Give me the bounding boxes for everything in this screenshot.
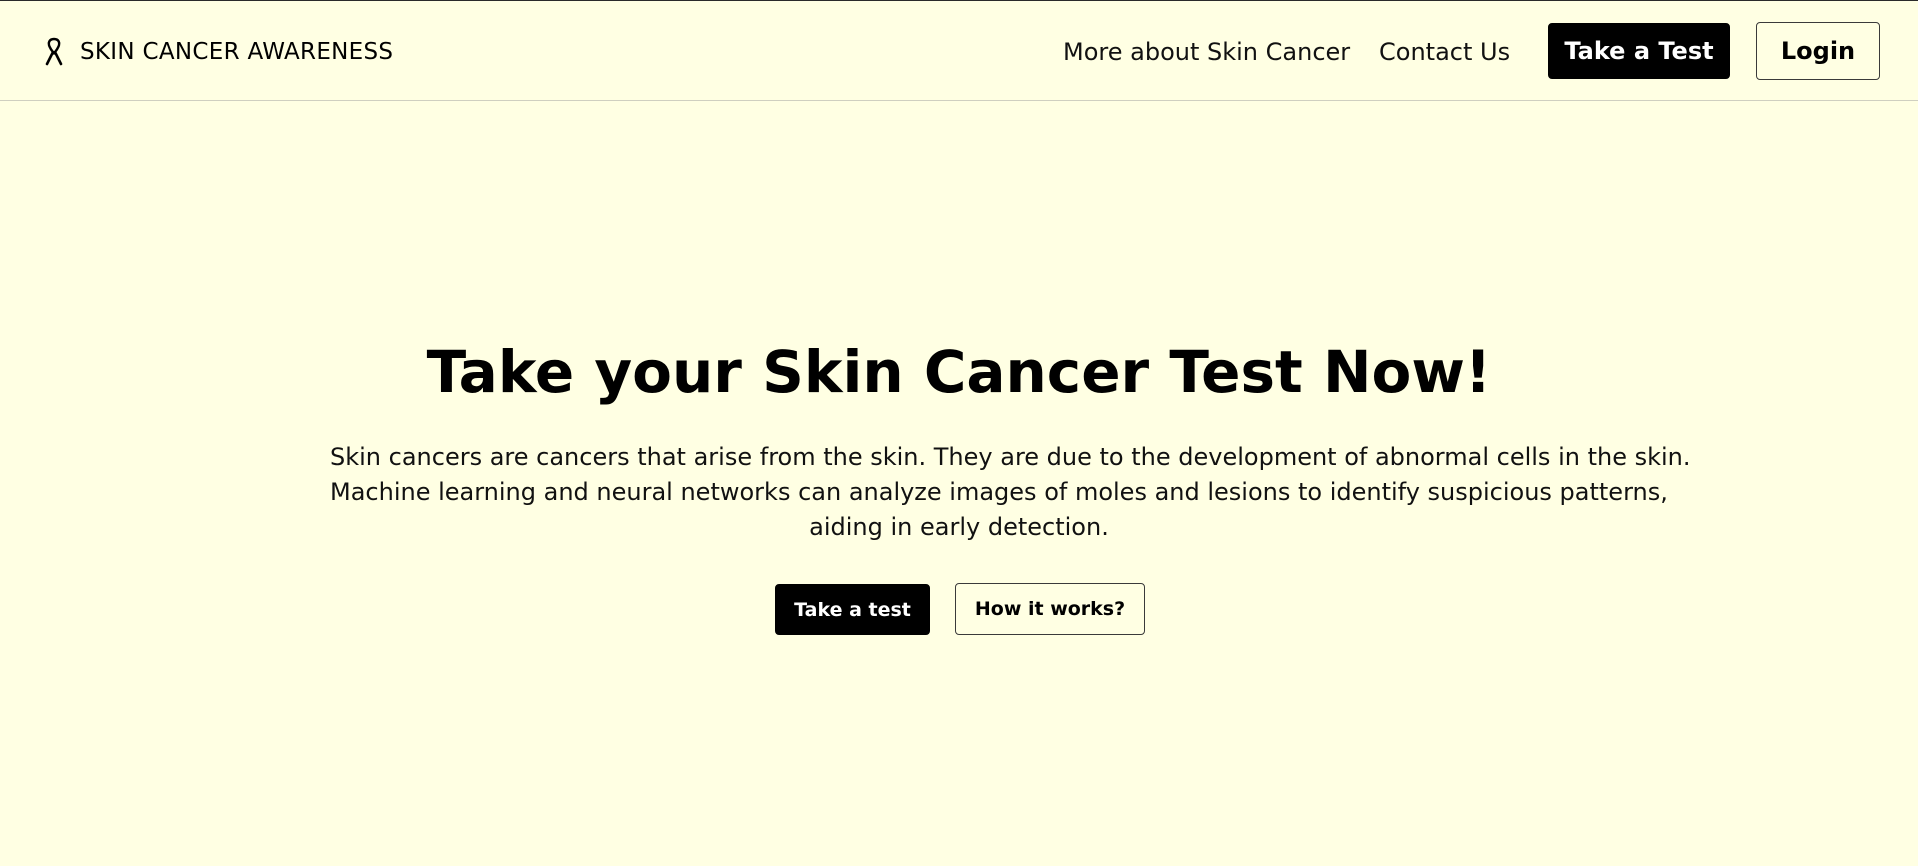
navbar: SKIN CANCER AWARENESS More about Skin Ca… — [0, 1, 1918, 101]
hero-description-line: Machine learning and neural networks can… — [330, 478, 1668, 506]
brand[interactable]: SKIN CANCER AWARENESS — [44, 37, 393, 67]
hero-description: Skin cancers are cancers that arise from… — [330, 440, 1691, 545]
hero-take-test-button[interactable]: Take a test — [775, 584, 930, 635]
awareness-ribbon-icon — [45, 37, 63, 66]
nav-link-contact-us[interactable]: Contact Us — [1379, 36, 1510, 68]
page: SKIN CANCER AWARENESS More about Skin Ca… — [0, 0, 1918, 866]
hero-title: Take your Skin Cancer Test Now! — [426, 338, 1492, 406]
hero-description-line: aiding in early detection. — [809, 513, 1109, 541]
login-button[interactable]: Login — [1756, 22, 1880, 80]
nav-take-test-button[interactable]: Take a Test — [1548, 23, 1730, 79]
brand-title: SKIN CANCER AWARENESS — [80, 39, 394, 65]
nav-link-more-about-skin-cancer[interactable]: More about Skin Cancer — [1063, 36, 1350, 68]
hero-description-line: Skin cancers are cancers that arise from… — [330, 443, 1691, 471]
how-it-works-button[interactable]: How it works? — [955, 583, 1145, 635]
